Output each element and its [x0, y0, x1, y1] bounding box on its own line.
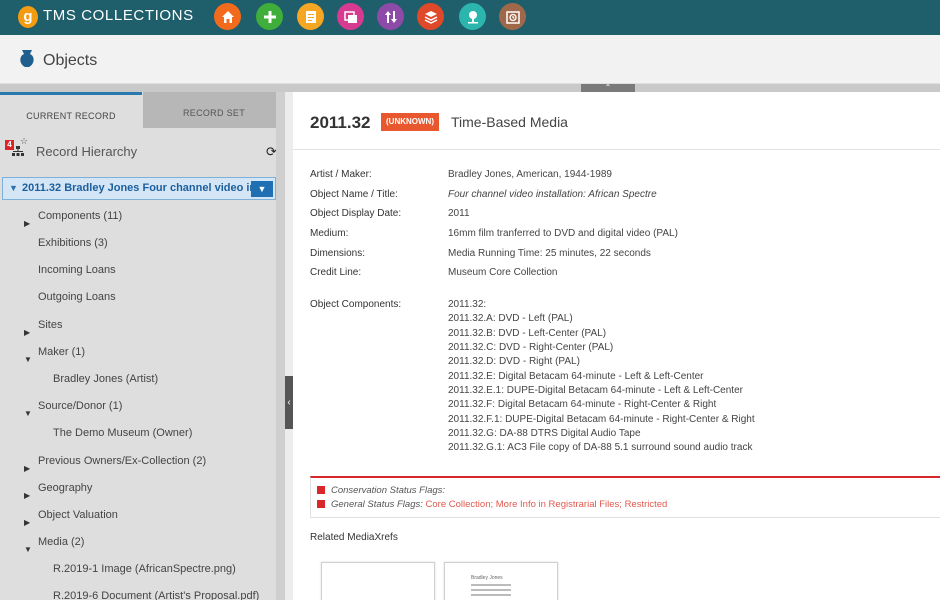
related-media-title: Related MediaXrefs [310, 532, 398, 543]
transfer-icon[interactable] [377, 3, 404, 30]
field-label-date: Object Display Date: [310, 208, 402, 219]
record-detail: 2011.32 (UNKNOWN) Time-Based Media Artis… [293, 92, 940, 600]
field-value-credit-line: Museum Core Collection [448, 267, 558, 278]
module-header: Objects [0, 35, 940, 84]
caret-right-icon[interactable]: ▶ [24, 518, 30, 527]
panel-splitter[interactable] [285, 92, 293, 600]
field-label-components: Object Components: [310, 299, 402, 310]
tree-item-sites[interactable]: Sites [38, 319, 62, 331]
component-line: 2011.32.G: DA-88 DTRS Digital Audio Tape [448, 428, 641, 439]
record-hierarchy-header: 4 ☆ Record Hierarchy ⟳ [0, 136, 285, 166]
tree-item-donor-owner[interactable]: The Demo Museum (Owner) [53, 427, 192, 439]
images-icon[interactable] [337, 3, 364, 30]
tree-item-incoming-loans[interactable]: Incoming Loans [38, 264, 116, 276]
caret-right-icon[interactable]: ▶ [24, 464, 30, 473]
field-value-date: 2011 [448, 208, 470, 219]
tree-item-media-document[interactable]: R.2019-6 Document (Artist's Proposal.pdf… [53, 590, 259, 600]
left-tabs: CURRENT RECORD RECORD SET [0, 92, 285, 128]
collapse-left-handle[interactable]: ‹ [285, 376, 293, 429]
module-title: Objects [43, 52, 98, 69]
field-label-medium: Medium: [310, 228, 349, 239]
component-line: 2011.32.D: DVD - Right (PAL) [448, 356, 580, 367]
tree-item-components[interactable]: Components (11) [38, 210, 122, 222]
record-number: 2011.32 [310, 113, 371, 132]
status-badge: (UNKNOWN) [381, 113, 439, 131]
field-value-medium: 16mm film tranferred to DVD and digital … [448, 228, 678, 239]
top-bar: g TMS COLLECTIONS [0, 0, 940, 35]
collapse-header-handle[interactable]: ⌃ [581, 84, 635, 92]
tab-current-record[interactable]: CURRENT RECORD [0, 92, 142, 128]
caret-down-icon[interactable]: ▼ [24, 355, 32, 364]
general-flags-value[interactable]: Core Collection; More Info in Registrari… [426, 499, 668, 510]
status-flags-panel: Conservation Status Flags: General Statu… [310, 476, 940, 518]
plus-icon[interactable] [256, 3, 283, 30]
caret-right-icon[interactable]: ▶ [24, 328, 30, 337]
conservation-flags-row: Conservation Status Flags: [317, 485, 445, 496]
media-thumbnail[interactable]: Bradley Jones [444, 562, 558, 600]
tree-item-previous-owners[interactable]: Previous Owners/Ex-Collection (2) [38, 455, 206, 467]
tree-item-maker[interactable]: Maker (1) [38, 346, 85, 358]
component-line: 2011.32.E: Digital Betacam 64-minute - L… [448, 371, 704, 382]
component-line: 2011.32.G.1: AC3 File copy of DA-88 5.1 … [448, 442, 753, 453]
component-line: 2011.32: [448, 299, 487, 310]
media-thumbnail[interactable] [321, 562, 435, 600]
caret-down-icon[interactable]: ▼ [9, 183, 18, 193]
selected-record-label: 2011.32 Bradley Jones Four channel video… [22, 182, 254, 194]
field-value-dimensions: Media Running Time: 25 minutes, 22 secon… [448, 248, 651, 259]
component-line: 2011.32.F.1: DUPE-Digital Betacam 64-min… [448, 414, 755, 425]
home-icon[interactable] [214, 3, 241, 30]
general-flags-label: General Status Flags: [331, 499, 423, 510]
document-preview: Bradley Jones [471, 575, 511, 599]
component-line: 2011.32.C: DVD - Right-Center (PAL) [448, 342, 614, 353]
tree-item-media[interactable]: Media (2) [38, 536, 84, 548]
component-line: 2011.32.A: DVD - Left (PAL) [448, 313, 573, 324]
component-line: 2011.32.E.1: DUPE-Digital Betacam 64-min… [448, 385, 743, 396]
chevron-down-icon[interactable]: ▼ [251, 181, 273, 197]
tree-item-object-valuation[interactable]: Object Valuation [38, 509, 118, 521]
component-line: 2011.32.B: DVD - Left-Center (PAL) [448, 328, 607, 339]
divider-strip [0, 84, 940, 92]
flag-icon [317, 486, 325, 494]
app-logo[interactable]: g [18, 6, 38, 28]
hierarchy-selected-record[interactable]: ▼ 2011.32 Bradley Jones Four channel vid… [2, 177, 276, 200]
field-label-credit-line: Credit Line: [310, 267, 362, 278]
record-classification: Time-Based Media [451, 114, 568, 130]
left-scrollbar[interactable] [276, 92, 285, 600]
tree-item-media-image[interactable]: R.2019-1 Image (AfricanSpectre.png) [53, 563, 236, 575]
caret-down-icon[interactable]: ▼ [24, 545, 32, 554]
vase-icon [20, 50, 34, 67]
general-flags-row: General Status Flags: Core Collection; M… [317, 499, 667, 510]
tree-item-exhibitions[interactable]: Exhibitions (3) [38, 237, 108, 249]
record-header: 2011.32 (UNKNOWN) Time-Based Media [293, 92, 940, 150]
layers-icon[interactable] [417, 3, 444, 30]
left-panel: CURRENT RECORD RECORD SET 4 ☆ Record Hie… [0, 92, 285, 600]
tab-record-set[interactable]: RECORD SET [143, 92, 285, 128]
pin-icon[interactable] [459, 3, 486, 30]
field-label-dimensions: Dimensions: [310, 248, 366, 259]
flag-icon [317, 500, 325, 508]
thumb-caption: Bradley Jones [471, 575, 503, 581]
conservation-flags-label: Conservation Status Flags: [331, 485, 446, 496]
field-value-title: Four channel video installation: African… [448, 189, 657, 200]
tree-item-outgoing-loans[interactable]: Outgoing Loans [38, 291, 116, 303]
tree-item-maker-person[interactable]: Bradley Jones (Artist) [53, 373, 158, 385]
tree-item-geography[interactable]: Geography [38, 482, 92, 494]
hierarchy-title: Record Hierarchy [36, 144, 138, 159]
tree-item-source-donor[interactable]: Source/Donor (1) [38, 400, 122, 412]
document-icon[interactable] [297, 3, 324, 30]
field-label-title: Object Name / Title: [310, 189, 398, 200]
component-line: 2011.32.F: Digital Betacam 64-minute - R… [448, 399, 717, 410]
caret-right-icon[interactable]: ▶ [24, 491, 30, 500]
clock-icon[interactable] [499, 3, 526, 30]
caret-right-icon[interactable]: ▶ [24, 219, 30, 228]
hierarchy-icon [12, 146, 24, 156]
field-value-artist: Bradley Jones, American, 1944-1989 [448, 169, 612, 180]
app-brand: TMS COLLECTIONS [43, 7, 194, 24]
field-label-artist: Artist / Maker: [310, 169, 372, 180]
caret-down-icon[interactable]: ▼ [24, 409, 32, 418]
